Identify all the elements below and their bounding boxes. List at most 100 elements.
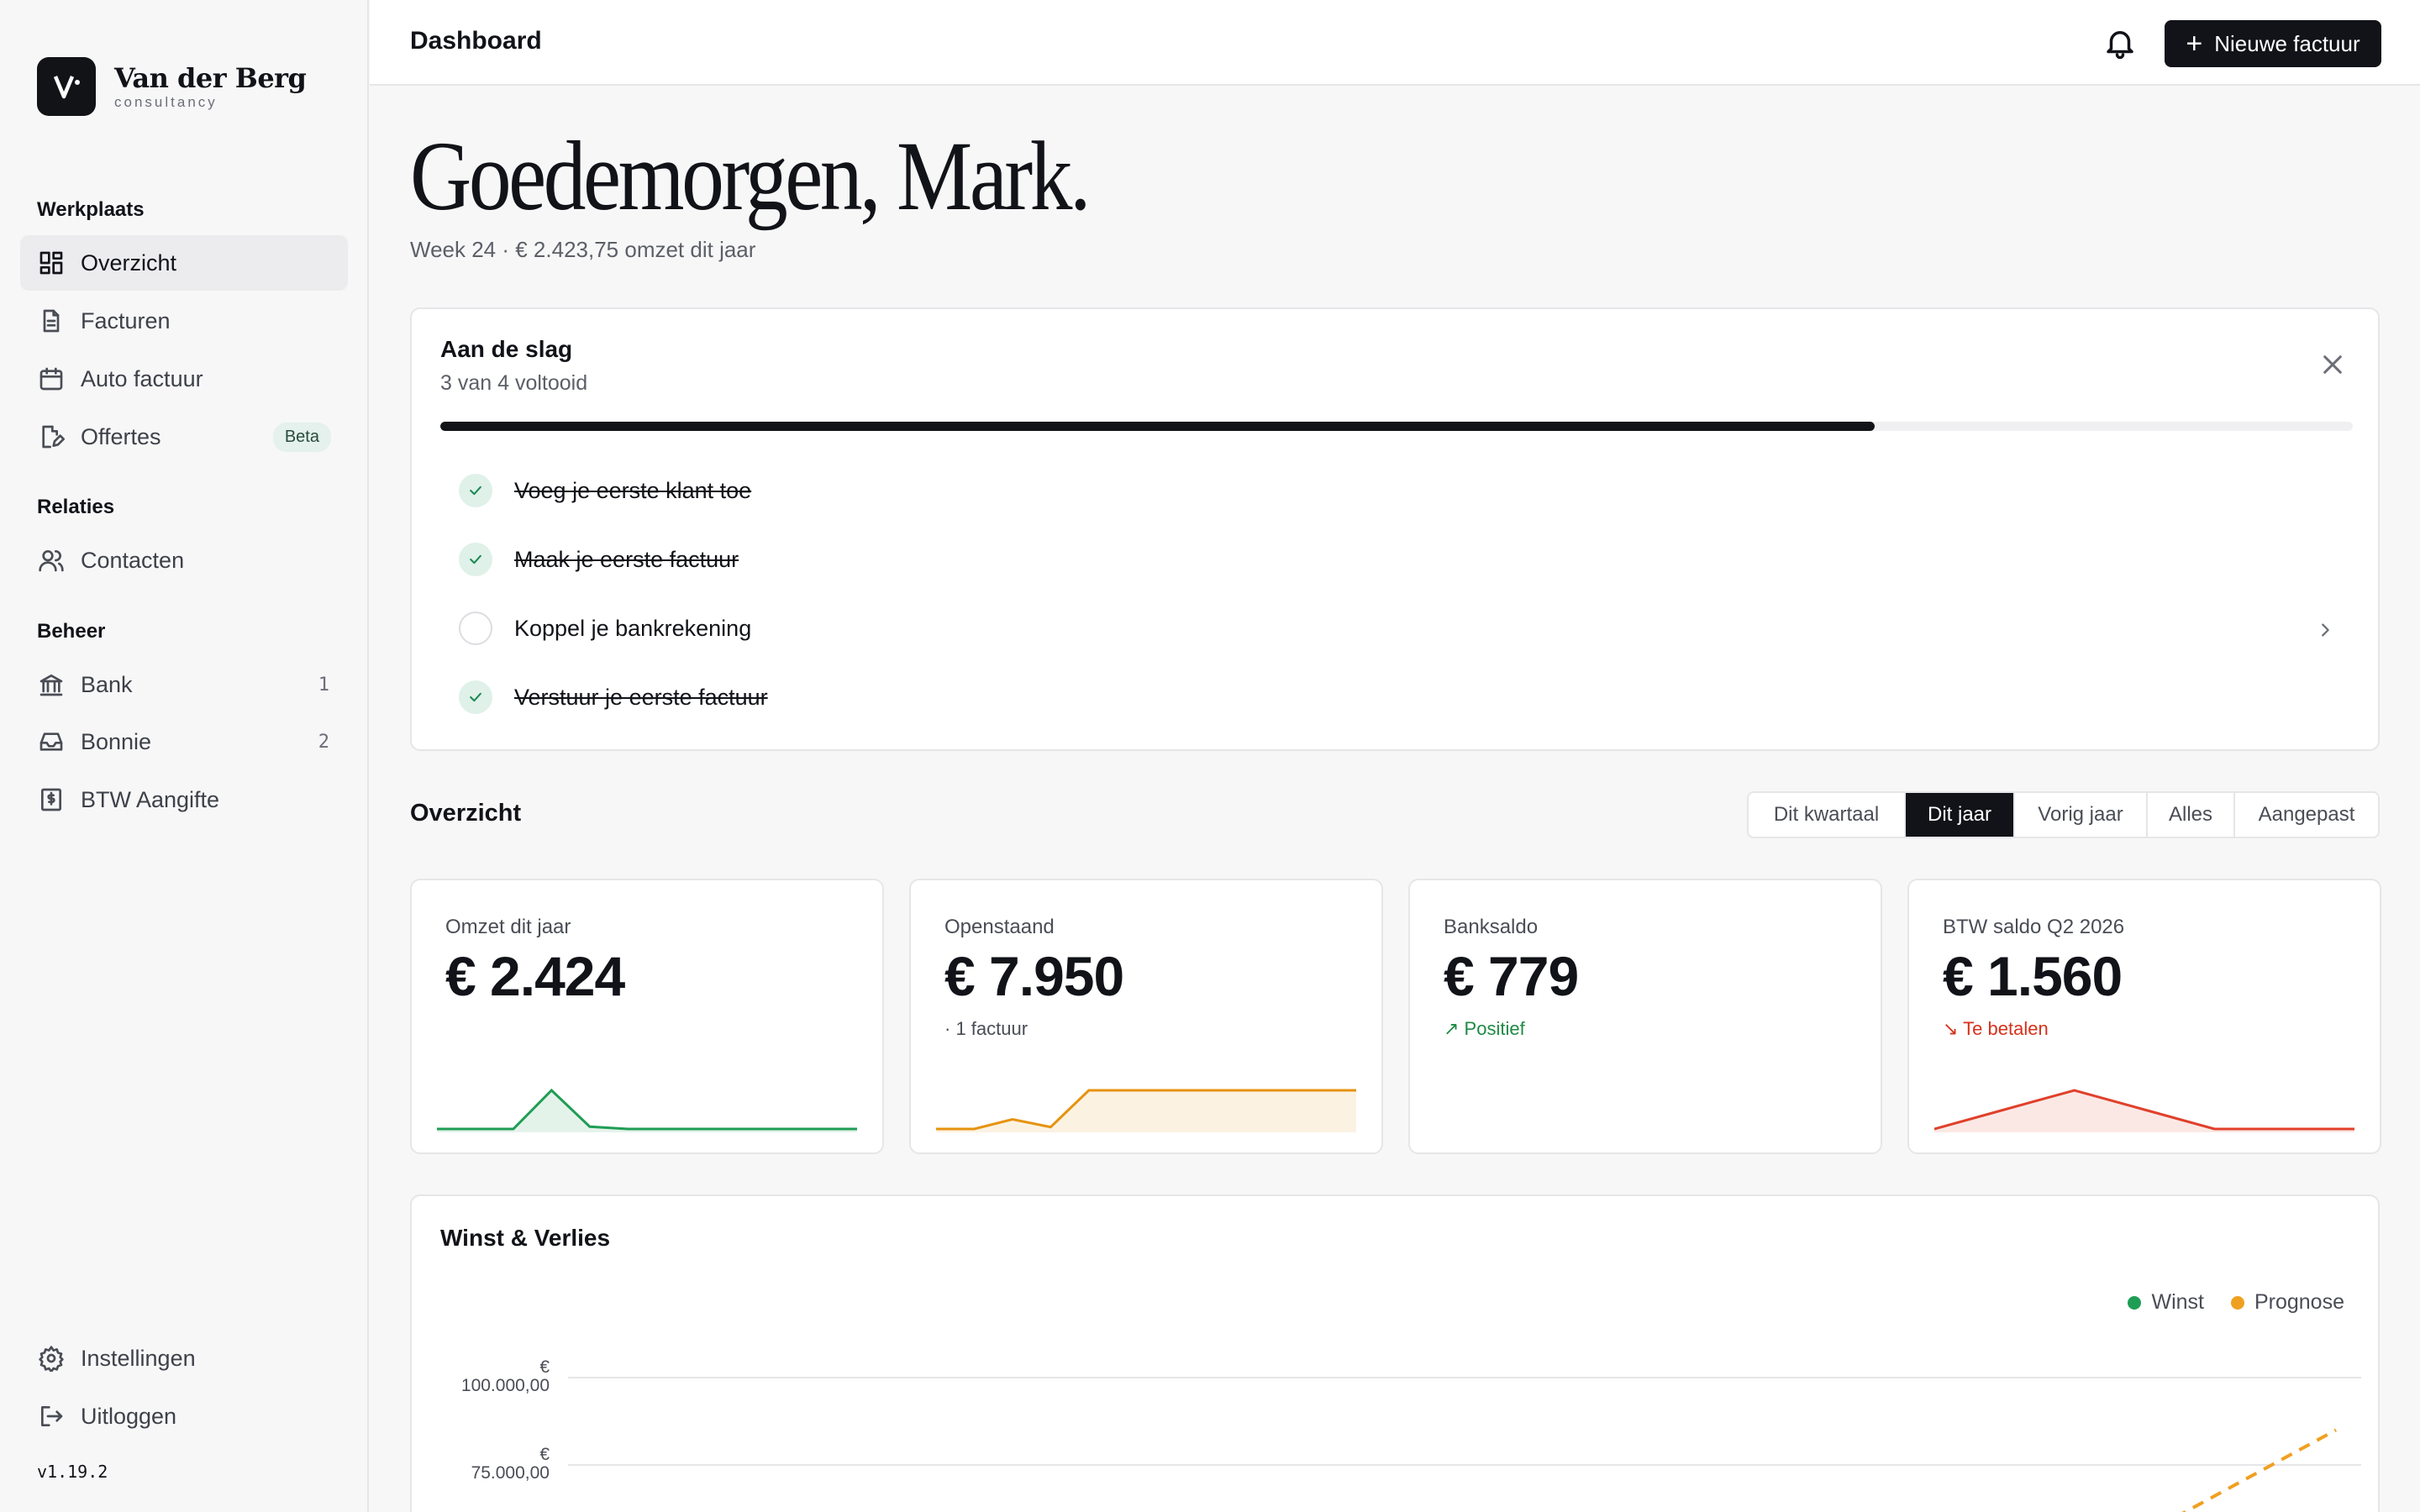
new-invoice-button[interactable]: + Nieuwe factuur — [2165, 20, 2381, 67]
sidebar-item-bonnie[interactable]: Bonnie 2 — [20, 714, 348, 769]
task-item[interactable]: Voeg je eerste klant toe — [459, 472, 751, 509]
chart-legend: Winst Prognose — [2101, 1290, 2344, 1315]
greeting-title: Goedemorgen, Mark. — [410, 121, 1091, 231]
legend-item-winst[interactable]: Winst — [2128, 1290, 2204, 1315]
kpi-label: Omzet dit jaar — [445, 916, 571, 938]
kpi-note: ↘ Te betalen — [1943, 1018, 2049, 1039]
series-line-prognose — [2181, 1428, 2337, 1512]
period-dit-jaar[interactable]: Dit jaar — [1906, 793, 2015, 837]
brand-logo-icon — [37, 57, 96, 116]
sidebar-item-contacten[interactable]: Contacten — [20, 533, 348, 588]
close-icon[interactable] — [2321, 353, 2344, 376]
onboarding-progress-bar — [440, 422, 2353, 431]
chevron-right-icon — [2316, 619, 2334, 638]
check-icon — [459, 543, 492, 576]
sidebar-item-label: Contacten — [81, 547, 185, 573]
app-version: v1.19.2 — [37, 1462, 108, 1482]
kpi-card-banksaldo[interactable]: Banksaldo € 779 ↗ Positief — [1408, 879, 1882, 1154]
sidebar-item-offertes[interactable]: Offertes Beta — [20, 409, 348, 465]
sidebar-item-label: Bonnie — [81, 728, 152, 754]
edit-document-icon — [37, 423, 66, 451]
users-icon — [37, 546, 66, 575]
task-label: Koppel je bankrekening — [514, 615, 752, 641]
task-label: Maak je eerste factuur — [514, 546, 739, 572]
empty-circle-icon — [459, 612, 492, 645]
onboarding-card: Aan de slag 3 van 4 voltooid Voeg je eer… — [410, 307, 2380, 751]
sparkline-area — [437, 1090, 857, 1132]
onboarding-progress-fill — [440, 422, 1875, 431]
topbar: Dashboard + Nieuwe factuur — [370, 0, 2420, 86]
sidebar-item-label: Instellingen — [81, 1345, 196, 1371]
new-invoice-label: Nieuwe factuur — [2214, 30, 2360, 56]
period-aangepast[interactable]: Aangepast — [2235, 793, 2378, 837]
grid-icon — [37, 249, 66, 277]
sparkline — [936, 1089, 1356, 1132]
sidebar-item-label: Offertes — [81, 423, 161, 449]
sidebar-item-label: Bank — [81, 671, 133, 697]
nav-section-relaties: Relaties — [37, 496, 115, 518]
sparkline — [437, 1088, 857, 1132]
sidebar-item-btw-aangifte[interactable]: BTW Aangifte — [20, 772, 348, 827]
sidebar-item-label: Overzicht — [81, 249, 177, 276]
kpi-value: € 7.950 — [944, 945, 1124, 1007]
kpi-note: · 1 factuur — [944, 1018, 1028, 1039]
brand[interactable]: Van der Berg consultancy — [37, 57, 307, 116]
overview-title: Overzicht — [410, 800, 522, 827]
legend-label: Prognose — [2254, 1290, 2344, 1314]
nav-section-werkplaats: Werkplaats — [37, 198, 145, 221]
sidebar-item-uitloggen[interactable]: Uitloggen — [20, 1389, 348, 1444]
page-title: Dashboard — [410, 27, 542, 55]
task-item[interactable]: Verstuur je eerste factuur — [459, 679, 768, 716]
kpi-value: € 1.560 — [1943, 945, 2123, 1007]
y-tick-label-currency: € — [539, 1357, 550, 1377]
sidebar-item-facturen[interactable]: Facturen — [20, 293, 348, 349]
beta-badge: Beta — [272, 422, 331, 452]
bank-count: 1 — [318, 674, 329, 696]
sidebar-item-bank[interactable]: Bank 1 — [20, 657, 348, 712]
kpi-value: € 779 — [1444, 945, 1579, 1007]
sidebar-item-overzicht[interactable]: Overzicht — [20, 235, 348, 291]
kpi-label: BTW saldo Q2 2026 — [1943, 916, 2125, 938]
period-dit-kwartaal[interactable]: Dit kwartaal — [1749, 793, 1906, 837]
sidebar-item-auto-factuur[interactable]: Auto factuur — [20, 351, 348, 407]
sidebar-item-label: Uitloggen — [81, 1403, 177, 1429]
kpi-label: Banksaldo — [1444, 916, 1539, 938]
inbox-icon — [37, 727, 66, 756]
sidebar-item-label: BTW Aangifte — [81, 786, 220, 812]
bank-icon — [37, 670, 66, 699]
period-alles[interactable]: Alles — [2148, 793, 2235, 837]
kpi-card-openstaand[interactable]: Openstaand € 7.950 · 1 factuur — [909, 879, 1383, 1154]
legend-item-prognose[interactable]: Prognose — [2230, 1290, 2344, 1315]
sidebar-item-instellingen[interactable]: Instellingen — [20, 1331, 348, 1386]
task-label: Voeg je eerste klant toe — [514, 477, 752, 503]
calendar-icon — [37, 365, 66, 393]
period-vorig-jaar[interactable]: Vorig jaar — [2015, 793, 2148, 837]
legend-dot-icon — [2128, 1295, 2142, 1310]
sparkline-line — [437, 1088, 857, 1131]
task-label: Verstuur je eerste factuur — [514, 684, 768, 710]
brand-subtitle: consultancy — [114, 94, 218, 110]
kpi-card-btw-saldo[interactable]: BTW saldo Q2 2026 € 1.560 ↘ Te betalen — [1907, 879, 2381, 1154]
bonnie-count: 2 — [318, 731, 329, 753]
bell-icon[interactable] — [2102, 25, 2138, 60]
logout-icon — [37, 1402, 66, 1431]
y-tick-label: 75.000,00 — [471, 1463, 550, 1483]
tax-icon — [37, 785, 66, 814]
greeting-subtitle: Week 24 · € 2.423,75 omzet dit jaar — [410, 237, 756, 262]
chart-title: Winst & Verlies — [440, 1225, 611, 1251]
winst-verlies-card: Winst & Verlies Winst Prognose €100.000,… — [410, 1194, 2380, 1512]
onboarding-progress-text: 3 van 4 voltooid — [440, 371, 588, 395]
task-item[interactable]: Maak je eerste factuur — [459, 541, 739, 578]
document-icon — [37, 307, 66, 335]
winst-verlies-chart: €100.000,00€75.000,00 — [461, 1357, 2361, 1512]
sparkline-area — [936, 1090, 1356, 1132]
kpi-card-omzet[interactable]: Omzet dit jaar € 2.424 — [410, 879, 884, 1154]
plus-icon: + — [2186, 28, 2203, 60]
brand-name: Van der Berg — [114, 62, 307, 94]
sidebar-item-label: Facturen — [81, 307, 171, 333]
sidebar: Van der Berg consultancy Werkplaats Over… — [0, 0, 369, 1512]
task-item-koppel-bank[interactable]: Koppel je bankrekening — [459, 610, 2334, 647]
kpi-note: ↗ Positief — [1444, 1018, 1525, 1039]
nav-section-beheer: Beheer — [37, 620, 106, 643]
legend-dot-icon — [2230, 1295, 2244, 1310]
